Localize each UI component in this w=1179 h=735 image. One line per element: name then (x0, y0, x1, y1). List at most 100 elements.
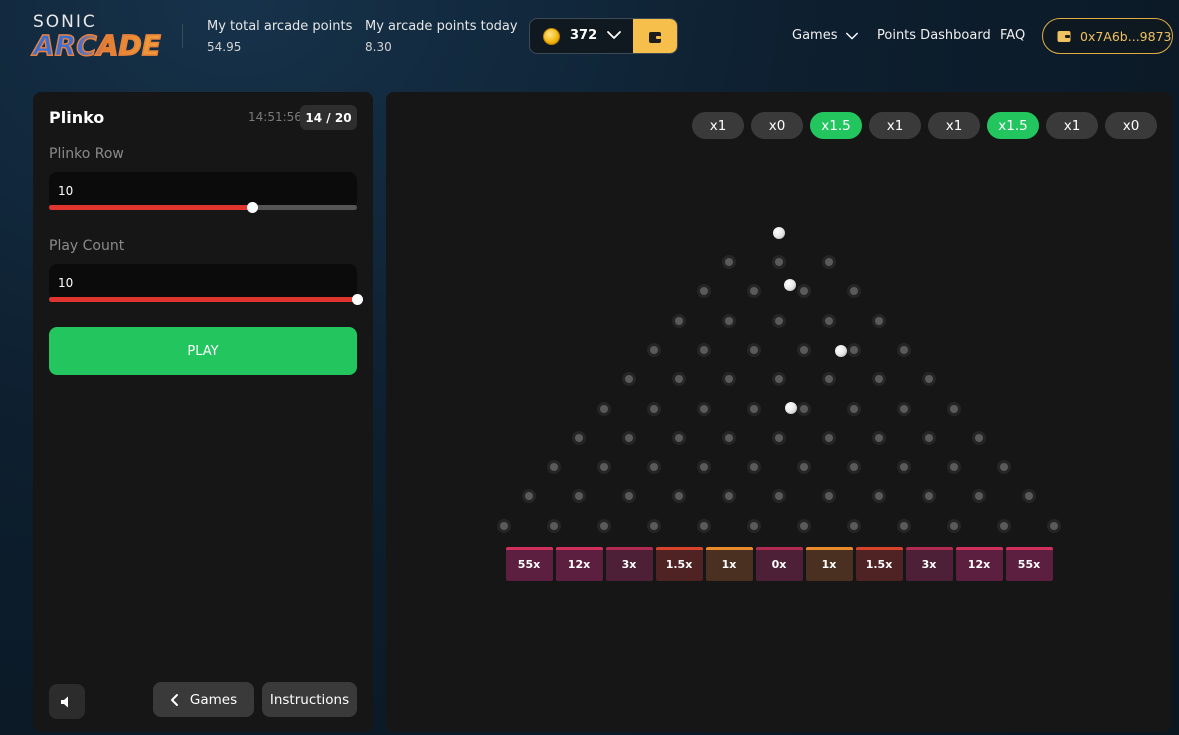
nav-games-label: Games (792, 28, 838, 43)
sonic-arcade-logo[interactable]: SONIC ARCADE (32, 12, 163, 63)
peg (800, 345, 808, 354)
peg (775, 433, 783, 442)
multiplier-bucket: 3x (605, 547, 653, 581)
peg (675, 316, 683, 325)
peg (650, 404, 658, 413)
peg (875, 375, 883, 384)
peg (825, 375, 833, 384)
peg (500, 521, 508, 530)
plinko-row-value: 10 (58, 184, 74, 198)
today-points-stat: My arcade points today 8.30 (365, 17, 518, 57)
peg (825, 316, 833, 325)
game-clock: 14:51:56 (248, 110, 302, 124)
peg (900, 521, 908, 530)
nav-faq[interactable]: FAQ (1000, 28, 1025, 43)
nav-points-dashboard[interactable]: Points Dashboard (877, 28, 991, 43)
peg (975, 433, 983, 442)
peg (700, 463, 708, 472)
peg (875, 433, 883, 442)
total-points-stat: My total arcade points 54.95 (207, 17, 352, 57)
back-to-games-button[interactable]: Games (153, 682, 254, 717)
plinko-row-field[interactable]: 10 (49, 172, 357, 208)
plinko-ball (773, 227, 785, 239)
multiplier-bucket: 55x (1005, 547, 1053, 581)
coin-icon (543, 28, 560, 45)
history-result-pill: x1.5 (810, 112, 862, 139)
wallet-address-button[interactable]: 0x7A6b...9873 (1042, 18, 1173, 54)
multiplier-bucket: 55x (505, 547, 553, 581)
logo-arcade-text: ARCADE (32, 28, 161, 62)
play-count-value: 10 (58, 276, 74, 290)
peg (725, 492, 733, 501)
peg (625, 433, 633, 442)
peg (525, 492, 533, 501)
peg (725, 316, 733, 325)
peg (650, 463, 658, 472)
wallet-button[interactable] (633, 19, 677, 53)
peg (875, 492, 883, 501)
today-points-label: My arcade points today (365, 19, 518, 34)
peg (750, 521, 758, 530)
wallet-icon (1057, 31, 1071, 42)
peg (575, 433, 583, 442)
play-button[interactable]: PLAY (49, 327, 357, 375)
instructions-button[interactable]: Instructions (262, 682, 357, 717)
plinko-board: x1 x0 x1.5 x1 x1 x1.5 x1 x0 55x 12x 3x 1.5x 1x 0x 1x 1… (386, 92, 1172, 732)
wallet-address: 0x7A6b...9873 (1080, 28, 1172, 44)
chevron-left-icon (170, 693, 178, 706)
peg (850, 287, 858, 296)
peg (700, 287, 708, 296)
peg (700, 345, 708, 354)
total-points-value: 54.95 (207, 40, 242, 54)
plinko-row-slider-handle[interactable] (246, 202, 258, 213)
peg (575, 492, 583, 501)
play-count-slider-handle[interactable] (351, 294, 363, 305)
wallet-icon (649, 32, 661, 43)
peg (900, 345, 908, 354)
peg (1050, 521, 1058, 530)
plinko-row-slider-fill (49, 205, 253, 210)
peg (850, 404, 858, 413)
header-divider (182, 24, 183, 48)
peg (775, 316, 783, 325)
games-button-label: Games (189, 691, 238, 708)
peg (925, 492, 933, 501)
peg (675, 433, 683, 442)
sound-toggle-button[interactable] (49, 684, 85, 719)
play-count-slider-fill (49, 297, 357, 302)
peg (725, 375, 733, 384)
peg (700, 521, 708, 530)
plinko-ball (835, 345, 847, 357)
peg (1025, 492, 1033, 501)
peg (850, 345, 858, 354)
play-count-field[interactable]: 10 (49, 264, 357, 300)
peg (825, 433, 833, 442)
nav-games[interactable]: Games (792, 28, 859, 43)
speaker-icon (61, 696, 68, 707)
chevron-down-icon (846, 32, 859, 39)
peg (850, 463, 858, 472)
plinko-row-label: Plinko Row (49, 146, 124, 162)
multiplier-bucket: 1.5x (855, 547, 903, 581)
peg (825, 258, 833, 266)
history-result-pill: x1 (869, 112, 921, 139)
peg (725, 433, 733, 442)
today-points-value: 8.30 (365, 40, 392, 54)
peg (775, 492, 783, 501)
peg (600, 404, 608, 413)
peg (775, 258, 783, 266)
multiplier-bucket: 1x (805, 547, 853, 581)
peg (650, 345, 658, 354)
multiplier-bucket: 12x (955, 547, 1003, 581)
plinko-ball (784, 279, 796, 291)
total-points-label: My total arcade points (207, 19, 353, 34)
peg (1000, 463, 1008, 472)
plinko-ball (785, 402, 797, 414)
peg (800, 287, 808, 296)
peg (900, 404, 908, 413)
peg (775, 375, 783, 384)
play-count-slider[interactable] (49, 294, 363, 305)
peg (750, 287, 758, 296)
coin-balance-dropdown[interactable]: 372 (529, 18, 678, 54)
plinko-row-slider[interactable] (49, 202, 357, 213)
